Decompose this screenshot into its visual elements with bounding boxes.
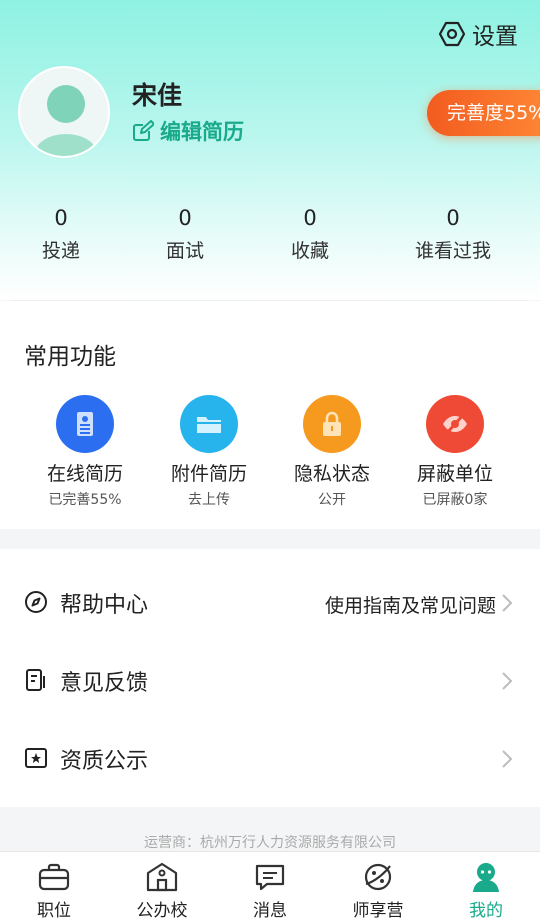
stat-label: 谁看过我 <box>414 240 491 262</box>
stat-interviews[interactable]: 0 面试 <box>135 204 235 263</box>
function-sub: 已完善55% <box>48 492 122 508</box>
stat-label: 面试 <box>165 240 204 262</box>
profile-icon <box>473 863 499 892</box>
chevron-right-icon <box>502 750 513 768</box>
stat-value: 0 <box>54 206 68 230</box>
settings-button[interactable]: 设置 <box>438 18 518 50</box>
function-label: 在线简历 <box>46 463 123 485</box>
planet-icon <box>364 863 392 891</box>
briefcase-icon <box>38 863 70 891</box>
edit-resume-label: 编辑简历 <box>160 120 244 144</box>
function-label: 屏蔽单位 <box>416 463 493 485</box>
eye-off-icon <box>426 395 484 453</box>
settings-hexagon-icon <box>438 21 466 47</box>
bottom-tab-bar: 职位 公办校 消息 师享营 我的 <box>0 851 540 924</box>
function-blocked-units[interactable]: 屏蔽单位 已屏蔽0家 <box>395 395 515 509</box>
tab-jobs[interactable]: 职位 <box>9 860 99 921</box>
function-label: 隐私状态 <box>293 463 370 485</box>
function-attachment-resume[interactable]: 附件简历 去上传 <box>149 395 269 509</box>
section-title: 常用功能 <box>24 344 116 370</box>
function-online-resume[interactable]: 在线简历 已完善55% <box>25 395 145 509</box>
stat-favorites[interactable]: 0 收藏 <box>260 204 360 263</box>
stat-label: 收藏 <box>290 240 329 262</box>
menu-qualification[interactable]: 资质公示 <box>0 719 540 797</box>
function-sub: 去上传 <box>188 492 230 508</box>
chevron-right-icon <box>502 594 513 612</box>
tab-label: 我的 <box>469 901 503 921</box>
tab-messages[interactable]: 消息 <box>225 860 315 921</box>
tab-label: 职位 <box>37 901 71 921</box>
tab-teacher-camp[interactable]: 师享营 <box>333 860 423 921</box>
function-sub: 已屏蔽0家 <box>422 492 488 508</box>
user-name: 宋佳 <box>132 81 183 110</box>
settings-label: 设置 <box>472 24 518 50</box>
avatar[interactable] <box>18 66 110 158</box>
menu-help-center[interactable]: 帮助中心 使用指南及常见问题 <box>0 563 540 641</box>
feedback-icon <box>26 669 45 691</box>
function-privacy-status[interactable]: 隐私状态 公开 <box>272 395 392 509</box>
menu-hint: 使用指南及常见问题 <box>324 595 496 617</box>
message-icon <box>255 864 285 891</box>
tab-label: 公办校 <box>136 901 188 921</box>
resume-icon <box>56 395 114 453</box>
avatar-person-icon <box>35 85 97 156</box>
tab-mine[interactable]: 我的 <box>441 860 531 921</box>
stat-value: 0 <box>303 206 317 230</box>
stat-viewers[interactable]: 0 谁看过我 <box>403 204 503 263</box>
tab-public-school[interactable]: 公办校 <box>117 860 207 921</box>
function-sub: 公开 <box>318 492 346 508</box>
operator-text: 运营商：杭州万行人力资源服务有限公司 <box>144 835 396 851</box>
completion-badge[interactable]: 完善度55% <box>427 90 540 136</box>
stats-row: 0 投递 0 面试 0 收藏 0 谁看过我 <box>0 204 540 274</box>
certificate-icon <box>25 748 47 768</box>
stat-applications[interactable]: 0 投递 <box>11 204 111 263</box>
school-icon <box>146 862 178 892</box>
common-functions-card: 常用功能 在线简历 已完善55% 附件简历 去上传 隐私状态 公开 屏蔽单位 已… <box>0 301 540 529</box>
tab-label: 消息 <box>253 901 287 921</box>
stat-value: 0 <box>178 206 192 230</box>
edit-icon <box>133 120 154 141</box>
menu-label: 帮助中心 <box>60 593 149 618</box>
function-label: 附件简历 <box>170 463 247 485</box>
menu-feedback[interactable]: 意见反馈 <box>0 641 540 719</box>
folder-icon <box>180 395 238 453</box>
tab-label: 师享营 <box>352 901 404 921</box>
chevron-right-icon <box>502 672 513 690</box>
lock-icon <box>303 395 361 453</box>
menu-label: 意见反馈 <box>60 671 149 696</box>
compass-icon <box>25 591 47 613</box>
stat-label: 投递 <box>41 240 80 262</box>
menu-list: 帮助中心 使用指南及常见问题 意见反馈 资质公示 <box>0 549 540 807</box>
stat-value: 0 <box>446 206 460 230</box>
menu-label: 资质公示 <box>60 749 149 774</box>
edit-resume-link[interactable]: 编辑简历 <box>132 116 244 146</box>
